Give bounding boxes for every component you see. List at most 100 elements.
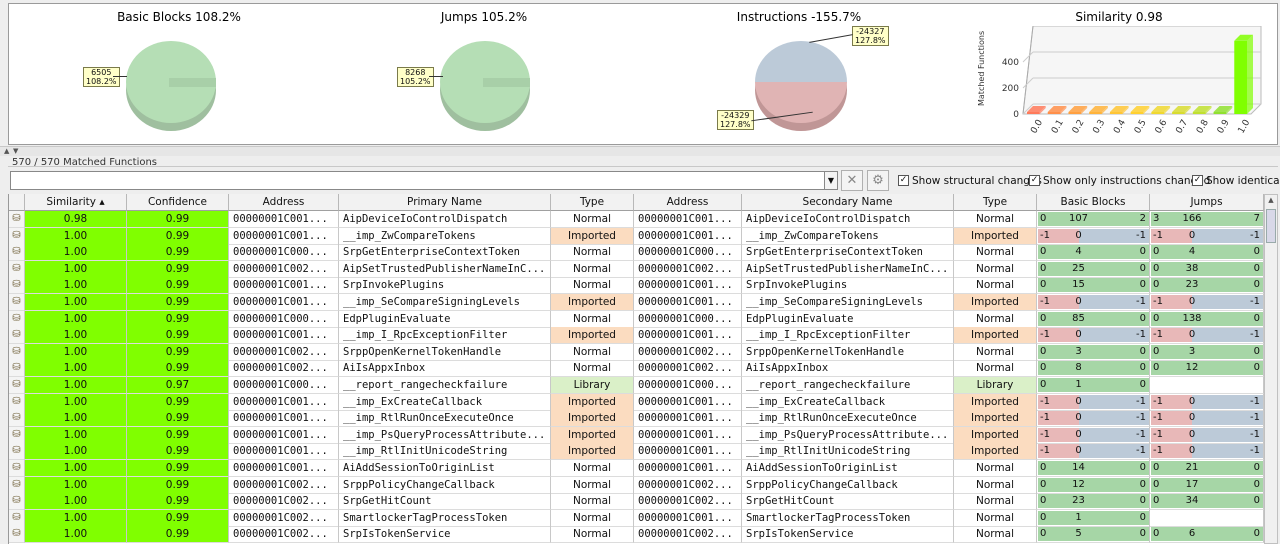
primary-name-cell[interactable]: SrpGetHitCount	[339, 493, 551, 511]
checkbox-check-icon[interactable]: ✓	[1192, 175, 1203, 186]
primary-address-cell[interactable]: 00000001C001...	[229, 227, 339, 245]
secondary-type-cell[interactable]: Normal	[954, 277, 1037, 295]
secondary-name-cell[interactable]: SrppPolicyChangeCallback	[742, 476, 954, 494]
confidence-cell[interactable]: 0.99	[127, 526, 229, 544]
primary-name-cell[interactable]: SrpIsTokenService	[339, 526, 551, 544]
vertical-scrollbar[interactable]: ▲	[1264, 194, 1278, 544]
similarity-cell[interactable]: 1.00	[25, 476, 127, 494]
matched-functions-table[interactable]: Similarity ▴ Confidence Address Primary Nam…	[8, 194, 1264, 544]
checkbox-show-identical[interactable]: ✓ Show identical	[1192, 173, 1280, 188]
filter-dropdown-button[interactable]: ▼	[824, 171, 838, 190]
primary-address-cell[interactable]: 00000001C002...	[229, 526, 339, 544]
primary-name-cell[interactable]: SrppPolicyChangeCallback	[339, 476, 551, 494]
primary-name-cell[interactable]: AiIsAppxInbox	[339, 360, 551, 378]
confidence-cell[interactable]: 0.99	[127, 277, 229, 295]
secondary-address-cell[interactable]: 00000001C001...	[634, 211, 742, 228]
function-node-icon[interactable]: ⛁	[9, 493, 25, 511]
primary-type-cell[interactable]: Imported	[551, 227, 634, 245]
secondary-name-cell[interactable]: __imp_RtlInitUnicodeString	[742, 443, 954, 461]
primary-address-cell[interactable]: 00000001C001...	[229, 410, 339, 428]
primary-address-cell[interactable]: 00000001C000...	[229, 244, 339, 262]
primary-name-cell[interactable]: SmartlockerTagProcessToken	[339, 509, 551, 527]
secondary-name-cell[interactable]: SrpIsTokenService	[742, 526, 954, 544]
function-node-icon[interactable]: ⛁	[9, 410, 25, 428]
confidence-cell[interactable]: 0.99	[127, 260, 229, 278]
secondary-type-cell[interactable]: Imported	[954, 393, 1037, 411]
similarity-cell[interactable]: 1.00	[25, 260, 127, 278]
similarity-cell[interactable]: 1.00	[25, 244, 127, 262]
secondary-type-cell[interactable]: Normal	[954, 260, 1037, 278]
column-header-primary-name[interactable]: Primary Name	[339, 194, 551, 211]
column-header-type-primary[interactable]: Type	[551, 194, 634, 211]
secondary-name-cell[interactable]: AipDeviceIoControlDispatch	[742, 211, 954, 228]
primary-address-cell[interactable]: 00000001C001...	[229, 294, 339, 311]
function-node-icon[interactable]: ⛁	[9, 294, 25, 311]
function-node-icon[interactable]: ⛁	[9, 227, 25, 245]
primary-type-cell[interactable]: Normal	[551, 460, 634, 477]
secondary-name-cell[interactable]: __imp_SeCompareSigningLevels	[742, 294, 954, 311]
confidence-cell[interactable]: 0.97	[127, 377, 229, 394]
primary-address-cell[interactable]: 00000001C001...	[229, 211, 339, 228]
primary-address-cell[interactable]: 00000001C001...	[229, 327, 339, 345]
primary-type-cell[interactable]: Imported	[551, 294, 634, 311]
function-node-icon[interactable]: ⛁	[9, 377, 25, 394]
function-node-icon[interactable]: ⛁	[9, 260, 25, 278]
primary-type-cell[interactable]: Normal	[551, 360, 634, 378]
column-header-address-primary[interactable]: Address	[229, 194, 339, 211]
secondary-name-cell[interactable]: SrpGetEnterpriseContextToken	[742, 244, 954, 262]
secondary-name-cell[interactable]: AiAddSessionToOriginList	[742, 460, 954, 477]
secondary-address-cell[interactable]: 00000001C002...	[634, 343, 742, 361]
function-node-icon[interactable]: ⛁	[9, 244, 25, 262]
secondary-address-cell[interactable]: 00000001C001...	[634, 227, 742, 245]
confidence-cell[interactable]: 0.99	[127, 393, 229, 411]
similarity-cell[interactable]: 1.00	[25, 509, 127, 527]
secondary-type-cell[interactable]: Imported	[954, 410, 1037, 428]
confidence-cell[interactable]: 0.99	[127, 426, 229, 444]
primary-address-cell[interactable]: 00000001C001...	[229, 460, 339, 477]
collapse-up-icon[interactable]: ▲	[4, 147, 9, 155]
secondary-type-cell[interactable]: Library	[954, 377, 1037, 394]
secondary-address-cell[interactable]: 00000001C002...	[634, 260, 742, 278]
secondary-type-cell[interactable]: Normal	[954, 360, 1037, 378]
secondary-address-cell[interactable]: 00000001C002...	[634, 476, 742, 494]
column-header-secondary-name[interactable]: Secondary Name	[742, 194, 954, 211]
primary-type-cell[interactable]: Normal	[551, 211, 634, 228]
secondary-type-cell[interactable]: Imported	[954, 443, 1037, 461]
primary-address-cell[interactable]: 00000001C001...	[229, 443, 339, 461]
primary-type-cell[interactable]: Normal	[551, 493, 634, 511]
panel-splitter[interactable]: ▲ ▼	[0, 146, 1280, 156]
confidence-cell[interactable]: 0.99	[127, 476, 229, 494]
confidence-cell[interactable]: 0.99	[127, 244, 229, 262]
primary-type-cell[interactable]: Normal	[551, 310, 634, 328]
function-node-icon[interactable]: ⛁	[9, 509, 25, 527]
confidence-cell[interactable]: 0.99	[127, 211, 229, 228]
confidence-cell[interactable]: 0.99	[127, 310, 229, 328]
secondary-name-cell[interactable]: __imp_PsQueryProcessAttribute...	[742, 426, 954, 444]
primary-type-cell[interactable]: Normal	[551, 260, 634, 278]
similarity-cell[interactable]: 1.00	[25, 526, 127, 544]
checkbox-show-instructions-changed[interactable]: ✓ Show only instructions changed	[1029, 173, 1210, 188]
secondary-type-cell[interactable]: Normal	[954, 509, 1037, 527]
secondary-name-cell[interactable]: __imp_RtlRunOnceExecuteOnce	[742, 410, 954, 428]
primary-name-cell[interactable]: __imp_RtlRunOnceExecuteOnce	[339, 410, 551, 428]
column-header-confidence[interactable]: Confidence	[127, 194, 229, 211]
secondary-address-cell[interactable]: 00000001C001...	[634, 410, 742, 428]
secondary-name-cell[interactable]: __imp_ZwCompareTokens	[742, 227, 954, 245]
secondary-type-cell[interactable]: Normal	[954, 343, 1037, 361]
primary-name-cell[interactable]: SrppOpenKernelTokenHandle	[339, 343, 551, 361]
similarity-cell[interactable]: 1.00	[25, 277, 127, 295]
primary-address-cell[interactable]: 00000001C000...	[229, 377, 339, 394]
primary-type-cell[interactable]: Imported	[551, 327, 634, 345]
similarity-cell[interactable]: 1.00	[25, 377, 127, 394]
secondary-type-cell[interactable]: Normal	[954, 460, 1037, 477]
secondary-type-cell[interactable]: Normal	[954, 476, 1037, 494]
function-node-icon[interactable]: ⛁	[9, 476, 25, 494]
function-node-icon[interactable]: ⛁	[9, 327, 25, 345]
function-node-icon[interactable]: ⛁	[9, 460, 25, 477]
column-header-type-secondary[interactable]: Type	[954, 194, 1037, 211]
secondary-address-cell[interactable]: 00000001C001...	[634, 443, 742, 461]
primary-address-cell[interactable]: 00000001C001...	[229, 426, 339, 444]
similarity-cell[interactable]: 1.00	[25, 443, 127, 461]
secondary-address-cell[interactable]: 00000001C000...	[634, 310, 742, 328]
function-node-icon[interactable]: ⛁	[9, 443, 25, 461]
